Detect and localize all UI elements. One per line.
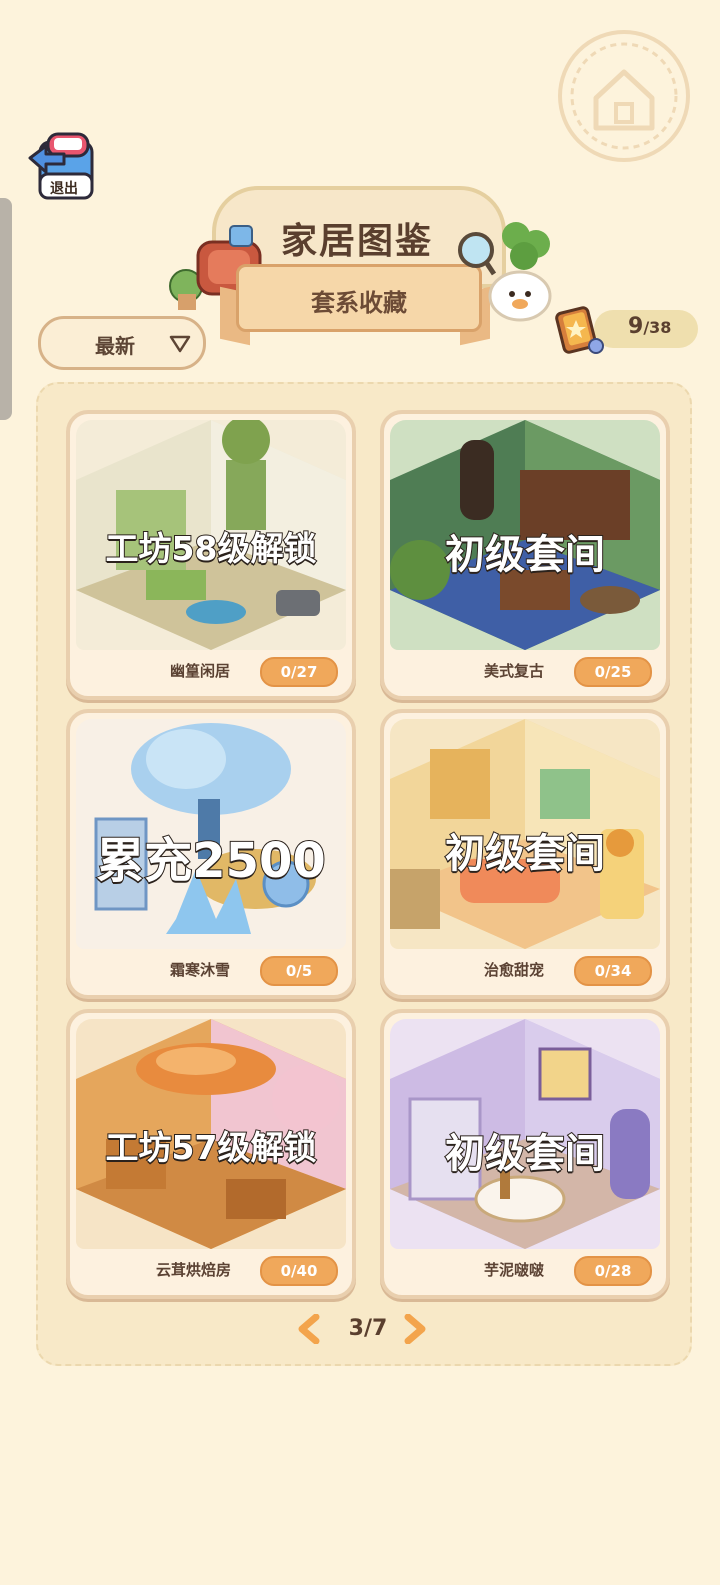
lock-condition-label: 初级套间 (444, 531, 606, 579)
triangle-down-icon (169, 335, 191, 353)
set-card-healing-pet[interactable]: 初级套间 治愈甜宠 0/34 (380, 709, 670, 999)
set-name: 幽篁闲居 (170, 662, 231, 680)
set-name: 芋泥啵啵 (484, 1261, 545, 1279)
chevron-left-icon[interactable] (296, 1314, 322, 1344)
collection-screen: 退出 家居图鉴 套系收藏 最新 9/38 工坊58级解锁 幽篁闲居 0/27 初… (0, 0, 720, 1585)
set-card-american-vintage[interactable]: 初级套间 美式复古 0/25 (380, 410, 670, 700)
set-name: 霜寒沐雪 (170, 961, 231, 979)
collection-book-icon (555, 306, 604, 354)
sort-dropdown[interactable]: 最新 (38, 316, 206, 370)
page-subtitle: 套系收藏 (311, 289, 407, 317)
set-progress-badge: 0/34 (574, 956, 652, 986)
set-progress-badge: 0/28 (574, 1256, 652, 1286)
lock-condition-label: 工坊58级解锁 (105, 528, 318, 569)
home-stamp-icon (558, 30, 690, 162)
lock-condition-label: 累充2500 (95, 832, 327, 890)
lock-condition-label: 初级套间 (444, 830, 606, 878)
set-progress-badge: 0/25 (574, 657, 652, 687)
set-card-frost-snow[interactable]: 累充2500 霜寒沐雪 0/5 (66, 709, 356, 999)
clover-mascot-icon (458, 222, 552, 322)
exit-label: 退出 (50, 181, 78, 197)
set-card-taro-boba[interactable]: 初级套间 芋泥啵啵 0/28 (380, 1009, 670, 1299)
set-name: 美式复古 (484, 662, 545, 680)
page-title: 家居图鉴 (280, 221, 433, 262)
set-name: 治愈甜宠 (484, 961, 545, 979)
total-count: /38 (643, 318, 672, 337)
collection-count: 9/38 (628, 314, 671, 339)
chevron-right-icon[interactable] (402, 1314, 428, 1344)
set-progress-badge: 0/27 (260, 657, 338, 687)
pagination: 3/7 (296, 1310, 436, 1350)
lock-condition-label: 初级套间 (444, 1130, 606, 1178)
lock-condition-label: 工坊57级解锁 (105, 1127, 318, 1168)
set-card-bamboo[interactable]: 工坊58级解锁 幽篁闲居 0/27 (66, 410, 356, 700)
sort-selected-label: 最新 (95, 334, 135, 358)
set-progress-badge: 0/40 (260, 1256, 338, 1286)
page-indicator: 3/7 (348, 1316, 388, 1341)
set-name: 云茸烘焙房 (156, 1261, 232, 1279)
collected-count: 9 (628, 314, 644, 339)
set-card-bakery[interactable]: 工坊57级解锁 云茸烘焙房 0/40 (66, 1009, 356, 1299)
set-progress-badge: 0/5 (260, 956, 338, 986)
side-drawer-handle[interactable] (0, 198, 12, 420)
